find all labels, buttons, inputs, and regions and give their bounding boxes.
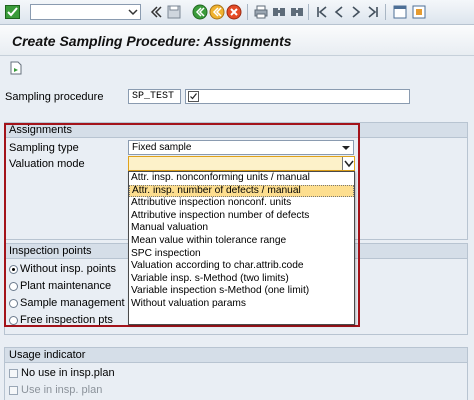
sampling-procedure-description-field[interactable]: [185, 89, 410, 104]
save-icon[interactable]: [165, 3, 183, 21]
exit-icon[interactable]: [208, 3, 226, 21]
green-back-icon[interactable]: [191, 3, 209, 21]
dropdown-option[interactable]: Without valuation params: [129, 298, 354, 311]
checkbox-no-use-in-insp-plan[interactable]: [9, 369, 18, 378]
toolbar-separator: [247, 4, 248, 20]
dropdown-option-highlighted[interactable]: Attr. insp. number of defects / manual: [129, 184, 354, 198]
page-title: Create Sampling Procedure: Assignments: [12, 33, 292, 49]
dropdown-option[interactable]: Valuation according to char.attrib.code: [129, 260, 354, 273]
edit-text-icon[interactable]: [188, 91, 199, 102]
previous-page-icon[interactable]: [330, 3, 348, 21]
dropdown-option[interactable]: Attributive inspection number of defects: [129, 210, 354, 223]
dropdown-option[interactable]: Variable inspection s-Method (one limit): [129, 285, 354, 298]
sampling-procedure-field[interactable]: SP_TEST: [128, 89, 181, 104]
find-next-icon[interactable]: [288, 3, 306, 21]
checkbox-use-in-insp-plan[interactable]: [9, 386, 18, 395]
sampling-procedure-label: Sampling procedure: [5, 91, 104, 103]
command-field[interactable]: [30, 4, 141, 20]
dropdown-option[interactable]: Mean value within tolerance range: [129, 235, 354, 248]
first-page-icon[interactable]: [313, 3, 331, 21]
find-icon[interactable]: [270, 3, 288, 21]
toolbar-separator: [385, 4, 386, 20]
execute-page-icon[interactable]: [8, 60, 24, 76]
checkbox-label-use: Use in insp. plan: [21, 384, 103, 396]
dropdown-option[interactable]: Attr. insp. nonconforming units / manual: [129, 172, 354, 185]
enter-check-icon[interactable]: [5, 5, 20, 19]
new-session-icon[interactable]: [391, 3, 409, 21]
chevron-down-icon[interactable]: [127, 6, 139, 18]
last-page-icon[interactable]: [364, 3, 382, 21]
application-toolbar: [0, 57, 474, 79]
toolbar-separator: [308, 4, 309, 20]
next-page-icon[interactable]: [347, 3, 365, 21]
print-icon[interactable]: [252, 3, 270, 21]
usage-indicator-header: Usage indicator: [5, 348, 467, 363]
system-toolbar: [0, 0, 474, 25]
dropdown-option[interactable]: Attributive inspection nonconf. units: [129, 197, 354, 210]
checkbox-label-no-use: No use in insp.plan: [21, 367, 115, 379]
shortcut-icon[interactable]: [410, 3, 428, 21]
cancel-icon[interactable]: [225, 3, 243, 21]
dropdown-option[interactable]: Manual valuation: [129, 222, 354, 235]
dropdown-option[interactable]: Variable insp. s-Method (two limits): [129, 273, 354, 286]
valuation-mode-dropdown-list[interactable]: Attr. insp. nonconforming units / manual…: [128, 171, 355, 325]
back-icon[interactable]: [147, 3, 165, 21]
dropdown-option[interactable]: SPC inspection: [129, 248, 354, 261]
title-bar: Create Sampling Procedure: Assignments: [0, 25, 474, 56]
